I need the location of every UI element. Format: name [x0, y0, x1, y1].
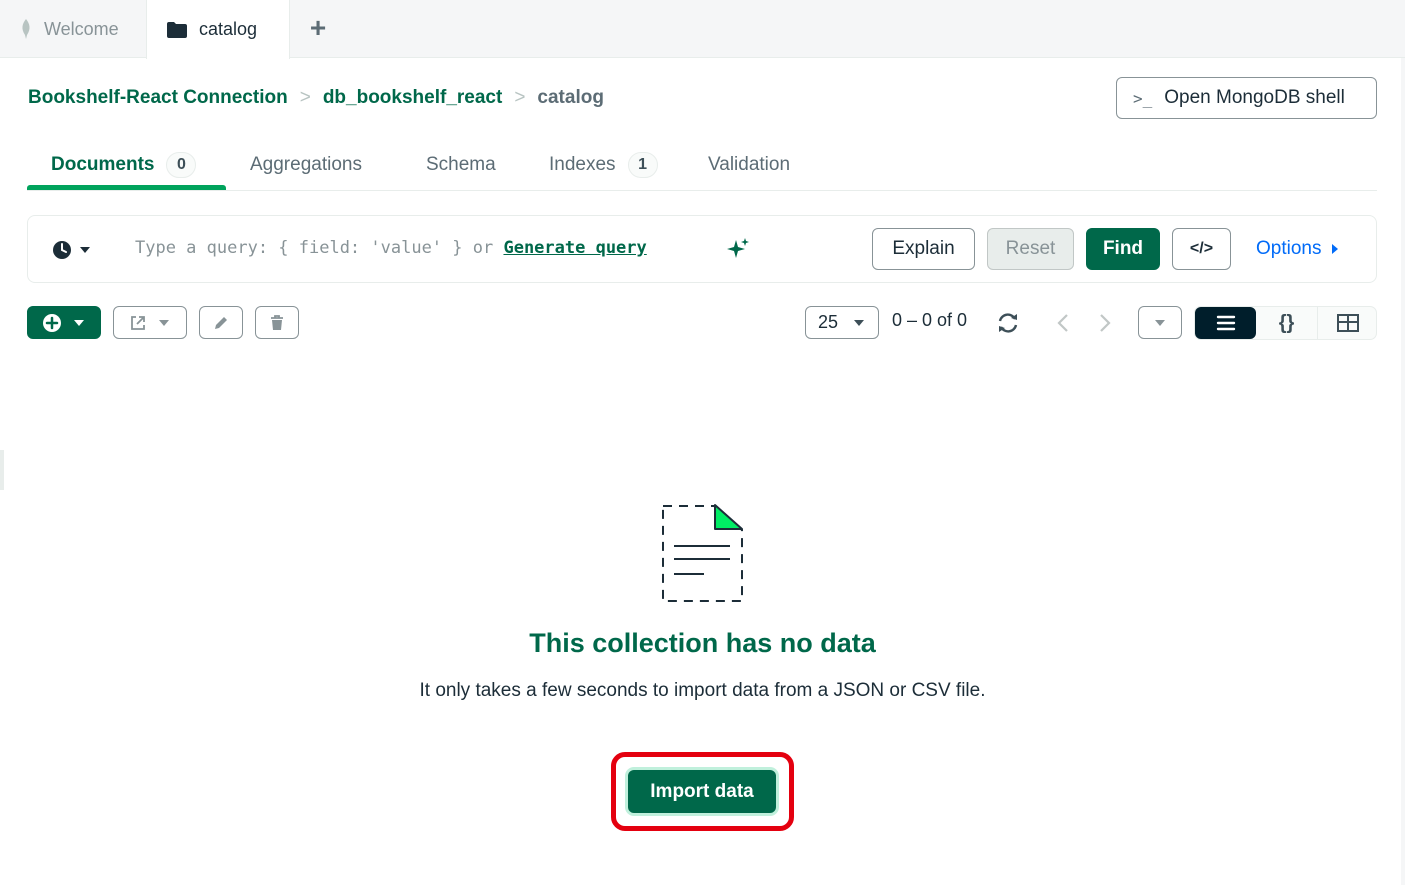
- caret-down-icon: [854, 319, 865, 326]
- table-view-button[interactable]: [1317, 307, 1378, 339]
- tab-validation[interactable]: Validation: [708, 140, 790, 190]
- collection-tabs: Documents 0 Aggregations Schema Indexes …: [27, 140, 1377, 191]
- caret-right-icon: [1332, 244, 1339, 254]
- chevron-right-icon[interactable]: [1096, 311, 1114, 335]
- caret-down-icon: [80, 247, 90, 253]
- empty-state-title: This collection has no data: [529, 628, 876, 658]
- open-shell-button[interactable]: >_ Open MongoDB shell: [1116, 77, 1377, 119]
- list-view-button[interactable]: [1195, 307, 1256, 339]
- plus-circle-icon: [43, 313, 61, 332]
- pagination-options-dropdown[interactable]: [1138, 306, 1182, 339]
- breadcrumb-database[interactable]: db_bookshelf_react: [323, 87, 503, 109]
- indexes-count-badge: 1: [627, 152, 658, 178]
- export-data-button[interactable]: [113, 306, 187, 339]
- active-tab-indicator: [27, 185, 226, 190]
- query-bar: Type a query: { field: 'value' } or Gene…: [27, 215, 1377, 283]
- refresh-icon[interactable]: [996, 311, 1020, 335]
- pagination-range: 0 – 0 of 0: [892, 310, 968, 330]
- sparkle-icon: [727, 238, 749, 258]
- folder-icon: [167, 21, 187, 38]
- pencil-icon: [215, 316, 227, 329]
- page-size-select[interactable]: 25: [805, 306, 879, 339]
- tab-indexes[interactable]: Indexes 1: [549, 140, 658, 190]
- add-tab-button[interactable]: +: [304, 14, 332, 42]
- trash-icon: [271, 314, 283, 330]
- documents-count-badge: 0: [166, 152, 197, 178]
- clock-icon: [53, 241, 71, 259]
- tab-bar: Welcome catalog +: [0, 0, 1405, 59]
- open-shell-label: Open MongoDB shell: [1164, 87, 1345, 108]
- import-data-button[interactable]: Import data: [628, 770, 776, 813]
- chevron-right-icon: >: [514, 87, 526, 108]
- tab-documents-label: Documents: [51, 154, 155, 175]
- generate-query-link[interactable]: Generate query: [503, 238, 646, 258]
- caret-down-icon: [1155, 319, 1165, 326]
- options-label: Options: [1256, 238, 1322, 259]
- tab-welcome[interactable]: Welcome: [0, 0, 146, 58]
- find-button[interactable]: Find: [1086, 228, 1160, 270]
- bulk-delete-button[interactable]: [255, 306, 299, 339]
- list-icon: [1216, 315, 1235, 331]
- shell-prompt-icon: >_: [1133, 88, 1153, 108]
- caret-down-icon: [159, 319, 169, 326]
- tab-documents[interactable]: Documents 0: [51, 140, 197, 190]
- export-code-button[interactable]: </>: [1172, 228, 1231, 270]
- table-icon: [1337, 314, 1359, 332]
- tab-schema[interactable]: Schema: [426, 140, 496, 190]
- tab-catalog[interactable]: catalog: [146, 0, 290, 59]
- query-input[interactable]: Type a query: { field: 'value' } or Gene…: [135, 238, 647, 258]
- window-edge: [1401, 58, 1405, 885]
- query-history-button[interactable]: [52, 240, 92, 260]
- tab-aggregations[interactable]: Aggregations: [250, 140, 362, 190]
- bulk-update-button[interactable]: [199, 306, 243, 339]
- explain-button[interactable]: Explain: [872, 228, 975, 270]
- empty-state-description: It only takes a few seconds to import da…: [419, 680, 986, 701]
- breadcrumb-connection[interactable]: Bookshelf-React Connection: [28, 87, 288, 109]
- export-icon: [131, 315, 145, 330]
- breadcrumb-collection: catalog: [537, 87, 604, 108]
- chevron-right-icon: >: [299, 87, 311, 108]
- tab-indexes-label: Indexes: [549, 154, 616, 175]
- add-data-button[interactable]: [27, 306, 101, 339]
- reset-button[interactable]: Reset: [987, 228, 1074, 270]
- caret-down-icon: [74, 319, 84, 326]
- mongodb-leaf-icon: [22, 19, 30, 39]
- breadcrumb: Bookshelf-React Connection > db_bookshel…: [28, 84, 604, 112]
- query-placeholder: Type a query: { field: 'value' } or: [135, 238, 504, 258]
- page-size-value: 25: [818, 312, 839, 332]
- empty-document-icon: [662, 504, 743, 602]
- options-toggle[interactable]: Options: [1256, 238, 1341, 260]
- tab-welcome-label: Welcome: [44, 18, 119, 39]
- json-view-button[interactable]: {}: [1256, 307, 1317, 339]
- view-toggle: {}: [1194, 306, 1377, 340]
- tab-catalog-label: catalog: [199, 19, 258, 39]
- sidebar-resize-handle[interactable]: [0, 450, 4, 490]
- chevron-left-icon[interactable]: [1054, 311, 1072, 335]
